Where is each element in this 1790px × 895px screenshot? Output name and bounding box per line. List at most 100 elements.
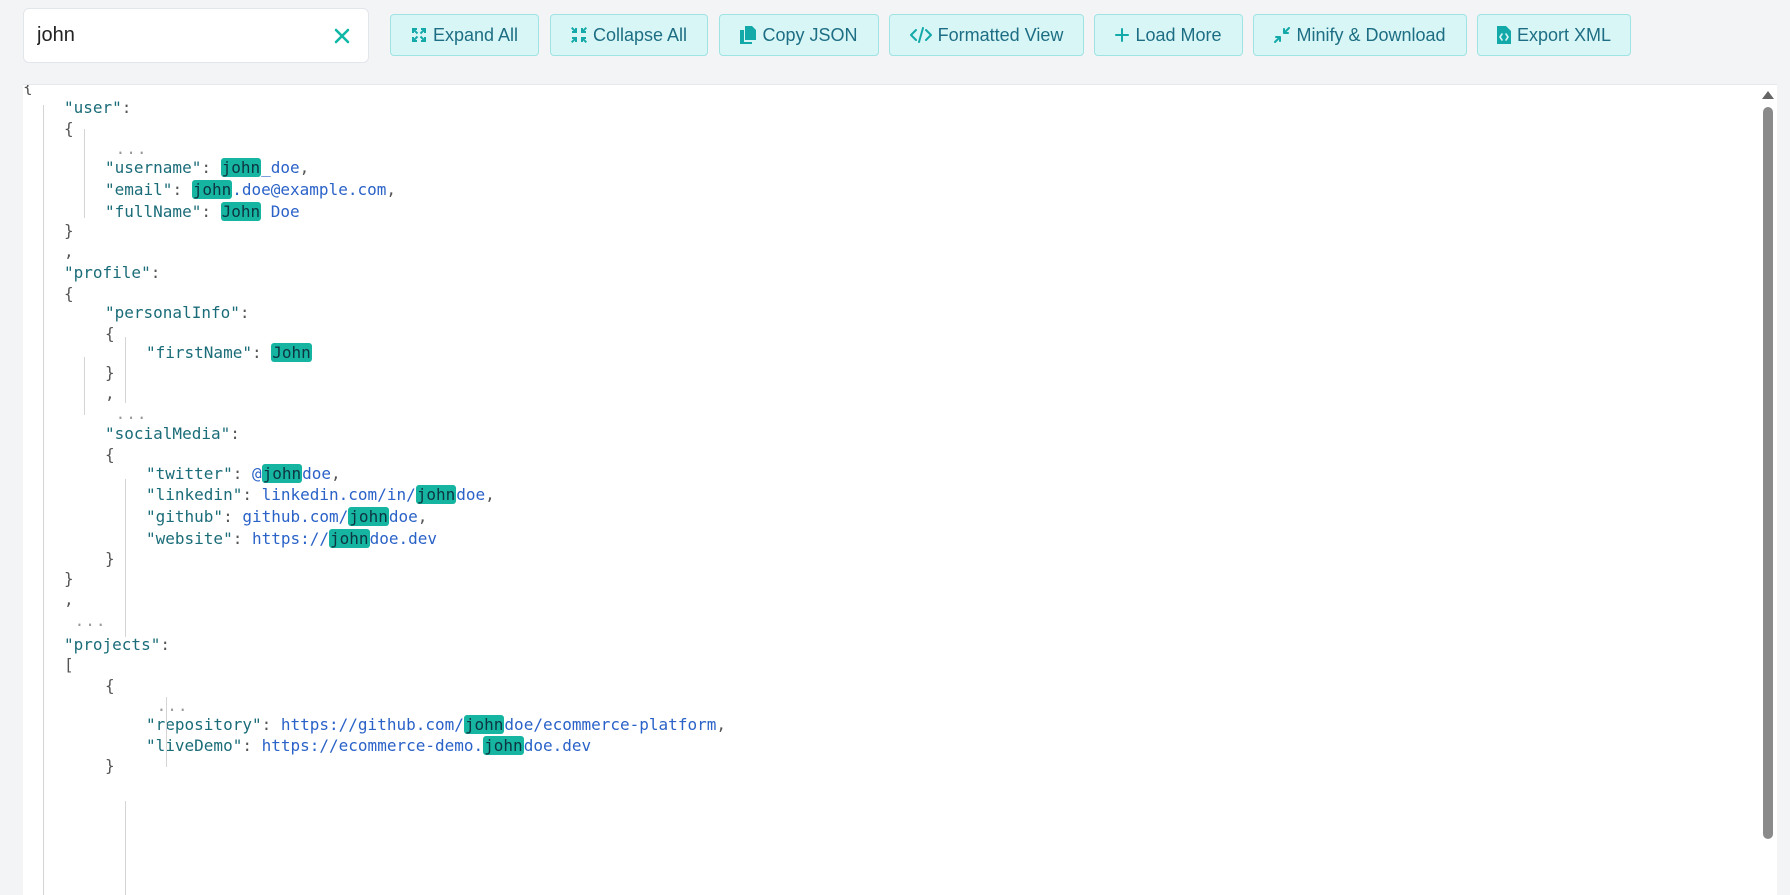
search-match-highlight: john (415, 485, 457, 504)
json-key: "personalInfo" (105, 303, 240, 322)
minify-icon (1274, 27, 1291, 43)
json-punctuation: { (64, 119, 74, 138)
json-punctuation: : (251, 343, 272, 362)
json-key: "liveDemo" (146, 736, 243, 755)
json-punctuation: : (160, 635, 170, 654)
vertical-scrollbar[interactable] (1759, 85, 1777, 895)
json-line: , (64, 589, 74, 611)
search-box (23, 8, 369, 63)
search-match-highlight: John (220, 202, 262, 221)
plus-icon (1115, 28, 1130, 42)
json-punctuation: { (105, 324, 115, 343)
json-punctuation: , (64, 242, 74, 261)
json-punctuation: : (201, 158, 221, 177)
json-value: https:// (251, 529, 330, 548)
json-key: "username" (105, 158, 202, 177)
json-value: doe/ecommerce-platform (504, 715, 717, 734)
json-punctuation: ... (105, 139, 148, 158)
json-punctuation: { (105, 445, 115, 464)
json-viewer[interactable]: {"user":{ ... "username": john_doe, "email… (23, 84, 1777, 895)
json-value: Doe (261, 202, 300, 221)
json-line: , (105, 383, 115, 405)
json-line: "email": john.doe@example.com, (105, 179, 396, 201)
indent-guide (43, 105, 44, 895)
json-punctuation: } (105, 549, 115, 568)
json-key: "twitter" (146, 464, 233, 483)
expand-all-button[interactable]: Expand All (390, 14, 539, 56)
load-more-label: Load More (1135, 24, 1222, 45)
copy-json-label: Copy JSON (762, 24, 858, 45)
json-line: ... (64, 610, 107, 632)
search-match-highlight: john (191, 180, 233, 199)
json-punctuation: : (172, 180, 192, 199)
json-value: linkedin.com/in/ (261, 485, 416, 504)
scroll-up-arrow-icon[interactable] (1762, 91, 1774, 99)
copy-json-button[interactable]: Copy JSON (719, 14, 879, 56)
json-value: _doe (261, 158, 300, 177)
json-punctuation: , (485, 485, 495, 504)
search-match-highlight: john (463, 715, 505, 734)
json-punctuation: , (105, 384, 115, 403)
clear-search-button[interactable] (316, 9, 368, 62)
json-punctuation: : (242, 736, 262, 755)
json-punctuation: , (386, 180, 396, 199)
json-line: "twitter": @johndoe, (146, 463, 341, 485)
json-punctuation: ... (146, 696, 189, 715)
json-value: https://ecommerce-demo. (261, 736, 484, 755)
json-line: } (64, 220, 74, 242)
json-value: doe (302, 464, 332, 483)
json-value: github.com/ (242, 507, 349, 526)
json-line: { (105, 323, 115, 345)
json-value: @ (251, 464, 262, 483)
json-line: "projects": (64, 634, 170, 656)
json-key: "linkedin" (146, 485, 243, 504)
json-line: { (23, 84, 33, 98)
json-line: "linkedin": linkedin.com/in/johndoe, (146, 484, 495, 506)
search-match-highlight: John (271, 343, 312, 362)
json-key: "repository" (146, 715, 262, 734)
json-line: } (105, 548, 115, 570)
formatted-view-button[interactable]: Formatted View (889, 14, 1084, 56)
scrollbar-thumb[interactable] (1763, 107, 1773, 839)
json-value: doe (388, 507, 418, 526)
copy-icon (740, 26, 757, 44)
json-value: doe.dev (369, 529, 437, 548)
json-punctuation: { (23, 84, 33, 96)
json-punctuation: : (201, 202, 221, 221)
json-value: https://github.com/ (280, 715, 464, 734)
minify-download-label: Minify & Download (1296, 24, 1446, 45)
json-punctuation: } (105, 756, 115, 775)
json-line: } (105, 362, 115, 384)
json-line: { (64, 118, 74, 140)
indent-guide (125, 479, 126, 637)
collapse-all-button[interactable]: Collapse All (550, 14, 708, 56)
json-line: { (105, 444, 115, 466)
json-punctuation: , (64, 590, 74, 609)
json-key: "email" (105, 180, 173, 199)
json-line: } (105, 755, 115, 777)
json-punctuation: : (232, 529, 252, 548)
export-xml-button[interactable]: Export XML (1477, 14, 1631, 56)
code-icon (909, 27, 932, 43)
json-punctuation: : (232, 464, 252, 483)
json-line: "user": (64, 97, 131, 119)
json-key: "firstName" (146, 343, 252, 362)
collapse-all-label: Collapse All (592, 24, 688, 45)
file-code-icon (1496, 26, 1511, 44)
minify-download-button[interactable]: Minify & Download (1253, 14, 1467, 56)
json-line: "profile": (64, 262, 160, 284)
json-punctuation: } (64, 221, 74, 240)
search-input[interactable] (24, 9, 316, 62)
indent-guide (166, 697, 167, 767)
search-match-highlight: john (348, 507, 389, 526)
export-xml-label: Export XML (1516, 24, 1612, 45)
json-value: doe.dev (523, 736, 592, 755)
json-key: "github" (146, 507, 224, 526)
load-more-button[interactable]: Load More (1094, 14, 1243, 56)
json-key: "fullName" (105, 202, 202, 221)
json-line: [ (64, 654, 74, 676)
search-match-highlight: john (261, 464, 303, 483)
json-line: "firstName": John (146, 342, 312, 364)
json-punctuation: { (105, 676, 115, 695)
close-icon (334, 28, 350, 43)
